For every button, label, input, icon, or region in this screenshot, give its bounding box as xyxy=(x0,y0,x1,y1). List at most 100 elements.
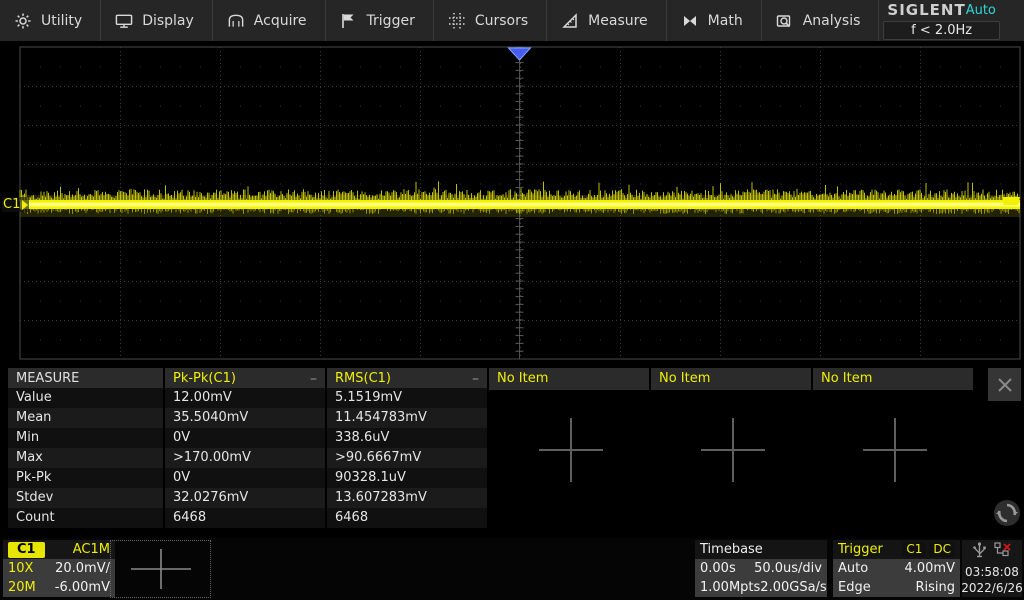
measure-column-header[interactable]: Pk-Pk(C1)– xyxy=(165,368,325,390)
measure-value-cell: 13.607283mV xyxy=(327,488,487,508)
add-measurement-button[interactable] xyxy=(860,415,930,485)
measure-value-cell: 90328.1uV xyxy=(327,468,487,488)
menu-item-label: Math xyxy=(708,13,743,29)
trigger-mode: Auto xyxy=(838,561,868,576)
add-measurement-button[interactable] xyxy=(536,415,606,485)
acquire-icon xyxy=(227,12,245,30)
timebase-label: Timebase xyxy=(700,542,763,557)
menu-item-label: Utility xyxy=(41,13,82,29)
add-channel-button[interactable] xyxy=(110,540,211,598)
reset-statistics-button[interactable] xyxy=(992,498,1022,528)
trigger-slope: Rising xyxy=(915,580,955,595)
clock-box: 03:58:08 2022/6/26 xyxy=(962,540,1022,597)
plus-icon xyxy=(536,415,606,485)
trigger-coupling-chip: DC xyxy=(929,542,955,557)
oscilloscope-screen: Utility DisplayAcquire Trigger Cursors Measu… xyxy=(0,0,1024,600)
close-icon xyxy=(996,376,1014,394)
timebase-sample-rate: 2.00GSa/s xyxy=(760,580,826,595)
measure-row-label: Stdev xyxy=(8,488,163,508)
menu-item-label: Trigger xyxy=(367,13,415,29)
menu-item-utility[interactable]: Utility xyxy=(0,0,101,41)
measure-icon xyxy=(561,12,579,30)
measure-row-label: Mean xyxy=(8,408,163,428)
channel-probe: 10X xyxy=(8,561,33,576)
measure-column-header-empty[interactable]: No Item xyxy=(651,368,811,390)
brand-block: SIGLENT Auto f < 2.0Hz xyxy=(879,0,1003,41)
menu-item-trigger[interactable]: Trigger xyxy=(326,0,434,41)
measure-value-cell: 0V xyxy=(165,428,325,448)
menu-item-measure[interactable]: Measure xyxy=(547,0,667,41)
timebase-delay: 0.00s xyxy=(700,561,736,576)
measure-value-cell: 5.1519mV xyxy=(327,388,487,408)
measure-table: MEASUREPk-Pk(C1)– RMS(C1) – No Item No Item N… xyxy=(8,368,973,528)
measure-value-cell: >90.6667mV xyxy=(327,448,487,468)
measure-value-cell xyxy=(489,388,649,408)
trace-arrow-icon xyxy=(22,200,28,210)
menu-item-cursors[interactable]: Cursors xyxy=(434,0,547,41)
measure-table-title: MEASURE xyxy=(8,368,163,390)
channel-info-box[interactable]: C1 AC1M 10X 20.0mV/ 20M -6.00mV xyxy=(3,540,115,597)
close-measure-panel-button[interactable] xyxy=(988,368,1021,401)
measure-column-title: No Item xyxy=(821,368,872,390)
display-icon xyxy=(115,12,133,30)
menu-items: Utility DisplayAcquire Trigger Cursors Measu… xyxy=(0,0,879,41)
menu-item-analysis[interactable]: Analysis xyxy=(762,0,880,41)
measure-column-title: No Item xyxy=(497,368,548,390)
menu-item-display[interactable]: Display xyxy=(101,0,213,41)
measure-value-cell xyxy=(813,508,973,528)
channel-selector[interactable]: C1 xyxy=(1004,0,1024,41)
measure-value-cell: 35.5040mV xyxy=(165,408,325,428)
measure-value-cell: 6468 xyxy=(327,508,487,528)
measure-column-header[interactable]: RMS(C1) – xyxy=(327,368,487,390)
network-disconnected-icon xyxy=(994,542,1011,562)
remove-measurement-icon[interactable]: – xyxy=(310,372,317,386)
measure-value-cell xyxy=(489,488,649,508)
remove-measurement-icon[interactable]: – xyxy=(472,372,479,386)
channel-trace-marker[interactable]: C1 xyxy=(2,197,29,212)
trigger-level-marker[interactable] xyxy=(1003,197,1020,205)
measure-row-label: Count xyxy=(8,508,163,528)
plus-icon xyxy=(121,547,201,591)
gear-icon xyxy=(14,12,32,30)
acquisition-status: Auto xyxy=(966,3,996,18)
trigger-type: Edge xyxy=(838,580,871,595)
timebase-box[interactable]: Timebase 0.00s 50.0us/div 1.00Mpts 2.00G… xyxy=(695,540,827,597)
trigger-box[interactable]: Trigger C1 DC Auto 4.00mV Edge Rising xyxy=(833,540,960,597)
trigger-level: 4.00mV xyxy=(904,561,955,576)
measure-value-cell xyxy=(813,388,973,408)
plus-icon xyxy=(860,415,930,485)
add-measurement-button[interactable] xyxy=(698,415,768,485)
trigger-source-chip: C1 xyxy=(902,542,926,557)
status-bar: C1 AC1M 10X 20.0mV/ 20M -6.00mV Timebase xyxy=(0,538,1024,600)
top-menu-bar: Utility DisplayAcquire Trigger Cursors Measu… xyxy=(0,0,1024,43)
measure-value-cell: 338.6uV xyxy=(327,428,487,448)
measure-value-cell: 6468 xyxy=(165,508,325,528)
measure-panel: MEASUREPk-Pk(C1)– RMS(C1) – No Item No Item N… xyxy=(0,364,1024,538)
measure-column-header-empty[interactable]: No Item xyxy=(813,368,973,390)
measure-value-cell xyxy=(489,508,649,528)
measure-value-cell: 11.454783mV xyxy=(327,408,487,428)
measure-row-label: Min xyxy=(8,428,163,448)
measure-column-title: RMS(C1) xyxy=(335,368,391,390)
flag-icon xyxy=(340,12,358,30)
channel-coupling: AC1M xyxy=(73,542,110,557)
usb-icon xyxy=(973,542,986,562)
cursors-icon xyxy=(448,12,466,30)
analysis-icon xyxy=(776,12,794,30)
measure-value-cell xyxy=(651,388,811,408)
measure-value-cell: 32.0276mV xyxy=(165,488,325,508)
menu-item-acquire[interactable]: Acquire xyxy=(213,0,326,41)
clock-time: 03:58:08 xyxy=(965,565,1019,579)
measure-row-label: Pk-Pk xyxy=(8,468,163,488)
measure-value-cell xyxy=(651,508,811,528)
trigger-position-marker[interactable] xyxy=(509,48,531,60)
menu-item-math[interactable]: Math xyxy=(667,0,762,41)
measure-column-header-empty[interactable]: No Item xyxy=(489,368,649,390)
measure-row-label: Max xyxy=(8,448,163,468)
plus-icon xyxy=(698,415,768,485)
channel-badge: C1 xyxy=(8,542,45,558)
menu-item-label: Cursors xyxy=(475,13,528,29)
trace-label-text: C1 xyxy=(3,197,20,212)
channel-scale: 20.0mV/ xyxy=(55,561,110,576)
timebase-memory: 1.00Mpts xyxy=(700,580,760,595)
